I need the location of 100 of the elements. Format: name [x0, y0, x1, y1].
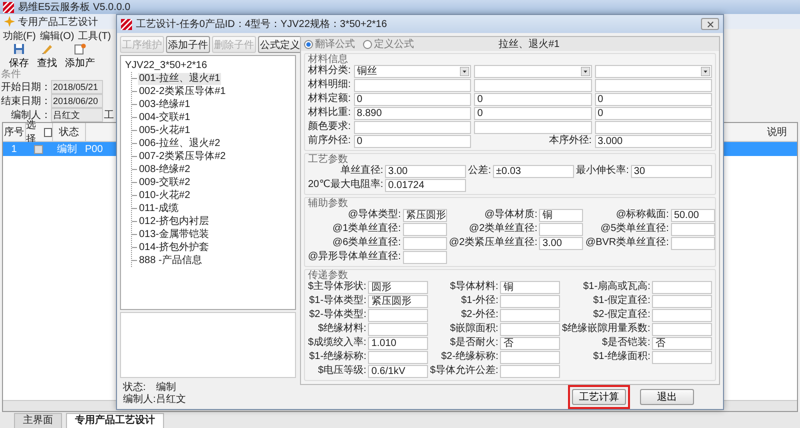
input-field[interactable]: 1.010	[368, 337, 428, 350]
field-label: $2-外径:	[460, 309, 498, 321]
input-field[interactable]	[368, 351, 428, 364]
dropdown-field[interactable]: 铜丝	[354, 65, 472, 78]
input-field[interactable]	[652, 309, 712, 322]
input-field[interactable]	[368, 323, 428, 336]
menu-item[interactable]: 功能(F)	[3, 29, 36, 43]
tree-item[interactable]: 002-2类紧压导体#1	[138, 86, 227, 98]
tree-item[interactable]: 010-火花#2	[138, 190, 192, 202]
input-field[interactable]: 30	[630, 165, 712, 178]
input-field[interactable]	[652, 295, 712, 308]
tree-item[interactable]: 009-交联#2	[138, 176, 192, 188]
logo-icon	[3, 2, 14, 12]
field-label: $绝缘材料:	[317, 323, 366, 335]
input-field[interactable]: 3.000	[594, 135, 712, 148]
dropdown-field[interactable]	[474, 65, 592, 78]
input-field[interactable]	[354, 121, 472, 134]
field-label: 材料比重:	[308, 107, 351, 119]
group-legend: 条件	[1, 70, 21, 80]
tree-item[interactable]: 888 -产品信息	[138, 254, 203, 266]
input-field[interactable]: 0	[594, 93, 712, 106]
tree-item[interactable]: 004-交联#1	[138, 112, 192, 124]
input-field[interactable]: 圆形	[368, 281, 428, 294]
input-field[interactable]: 50.00	[670, 209, 715, 222]
input-field[interactable]: 吕红文	[51, 108, 103, 122]
checkbox[interactable]	[34, 144, 43, 154]
input-field[interactable]	[652, 281, 712, 294]
input-field[interactable]	[368, 309, 428, 322]
close-button[interactable]	[701, 18, 719, 30]
input-field[interactable]	[474, 79, 592, 92]
tree-item[interactable]: 011-成缆	[138, 202, 180, 214]
input-field[interactable]: 0	[594, 107, 712, 120]
input-field[interactable]	[402, 223, 447, 236]
toolbar-button[interactable]: 公式定义	[258, 36, 302, 53]
menu-item[interactable]: 工具(T)	[78, 29, 112, 43]
field-label: $是否铠装:	[601, 337, 650, 349]
checkbox[interactable]	[44, 128, 52, 136]
group-legend: 传递参数	[308, 270, 348, 281]
input-field[interactable]	[402, 251, 447, 264]
tab[interactable]: 专用产品工艺设计	[66, 412, 164, 428]
tree-item[interactable]: 001-拉丝、退火#1	[138, 72, 222, 84]
input-field[interactable]: 8.890	[354, 107, 472, 120]
field-label: @标称截面:	[615, 209, 669, 221]
input-field[interactable]	[500, 323, 560, 336]
table-cell-text: P00	[84, 144, 104, 154]
input-field[interactable]: 0.6/1kV	[368, 365, 428, 378]
input-field[interactable]	[594, 121, 712, 134]
input-field[interactable]: 铜	[500, 281, 560, 294]
input-field[interactable]: 2018/06/20	[51, 94, 103, 108]
input-field[interactable]	[402, 237, 447, 250]
input-field[interactable]	[539, 223, 584, 236]
field-label: $绝缘嵌隙用量系数:	[562, 323, 650, 335]
input-field[interactable]	[670, 237, 715, 250]
radio-option[interactable]: 翻译公式	[304, 37, 355, 51]
input-field[interactable]: 否	[500, 337, 560, 350]
tree-item[interactable]: 012-挤包内衬层	[138, 216, 210, 228]
tree-item[interactable]: 014-挤包外护套	[138, 242, 210, 254]
input-field[interactable]	[500, 365, 560, 378]
input-field[interactable]: 否	[652, 337, 712, 350]
field-label: $电压等级:	[317, 365, 366, 377]
field-label: @2类单丝直径:	[468, 223, 538, 235]
input-field[interactable]: 0	[474, 107, 592, 120]
input-field[interactable]	[670, 223, 715, 236]
input-field[interactable]	[652, 323, 712, 336]
tab[interactable]: 主界面	[14, 412, 62, 428]
input-field[interactable]: 0.01724	[385, 179, 466, 192]
input-field[interactable]	[354, 79, 472, 92]
input-field[interactable]: ±0.03	[493, 165, 574, 178]
tree-item[interactable]: 006-拉丝、退火#2	[138, 138, 222, 150]
dropdown-field[interactable]	[594, 65, 712, 78]
dialog-button[interactable]: 工艺计算	[568, 385, 630, 409]
notes-area[interactable]	[120, 312, 296, 378]
input-field[interactable]: 铜	[539, 209, 584, 222]
input-field[interactable]	[500, 309, 560, 322]
menu-item[interactable]: 编辑(O)	[40, 29, 74, 43]
tree-item[interactable]: 005-火花#1	[138, 124, 192, 136]
input-field[interactable]	[474, 121, 592, 134]
input-field[interactable]	[500, 295, 560, 308]
input-field[interactable]: 2018/05/21	[51, 80, 103, 94]
toolbar-button[interactable]: 保存	[6, 43, 32, 70]
field-label: 20℃最大电阻率:	[308, 179, 384, 191]
input-field[interactable]: 紧压圆形	[368, 295, 428, 308]
input-field[interactable]: 3.00	[385, 165, 466, 178]
input-field[interactable]: 3.00	[539, 237, 584, 250]
tree-item[interactable]: 008-绝缘#2	[138, 164, 192, 176]
tree-item[interactable]: 003-绝缘#1	[138, 98, 192, 110]
tree-item[interactable]: 013-金属带铠装	[138, 228, 210, 240]
toolbar-button[interactable]: 查找	[34, 43, 60, 70]
input-field[interactable]: 0	[354, 135, 472, 148]
input-field[interactable]	[652, 351, 712, 364]
tree-item[interactable]: YJV22_3*50+2*16	[125, 59, 208, 72]
toolbar-button[interactable]: 添加产	[62, 43, 98, 70]
toolbar-button[interactable]: 添加子件	[166, 36, 210, 53]
input-field[interactable]	[500, 351, 560, 364]
tree-item[interactable]: 007-2类紧压导体#2	[138, 150, 227, 162]
input-field[interactable]: 0	[354, 93, 472, 106]
radio-option[interactable]: 定义公式	[363, 37, 414, 51]
input-field[interactable]: 紧压圆形	[402, 209, 447, 222]
input-field[interactable]: 0	[474, 93, 592, 106]
input-field[interactable]	[594, 79, 712, 92]
